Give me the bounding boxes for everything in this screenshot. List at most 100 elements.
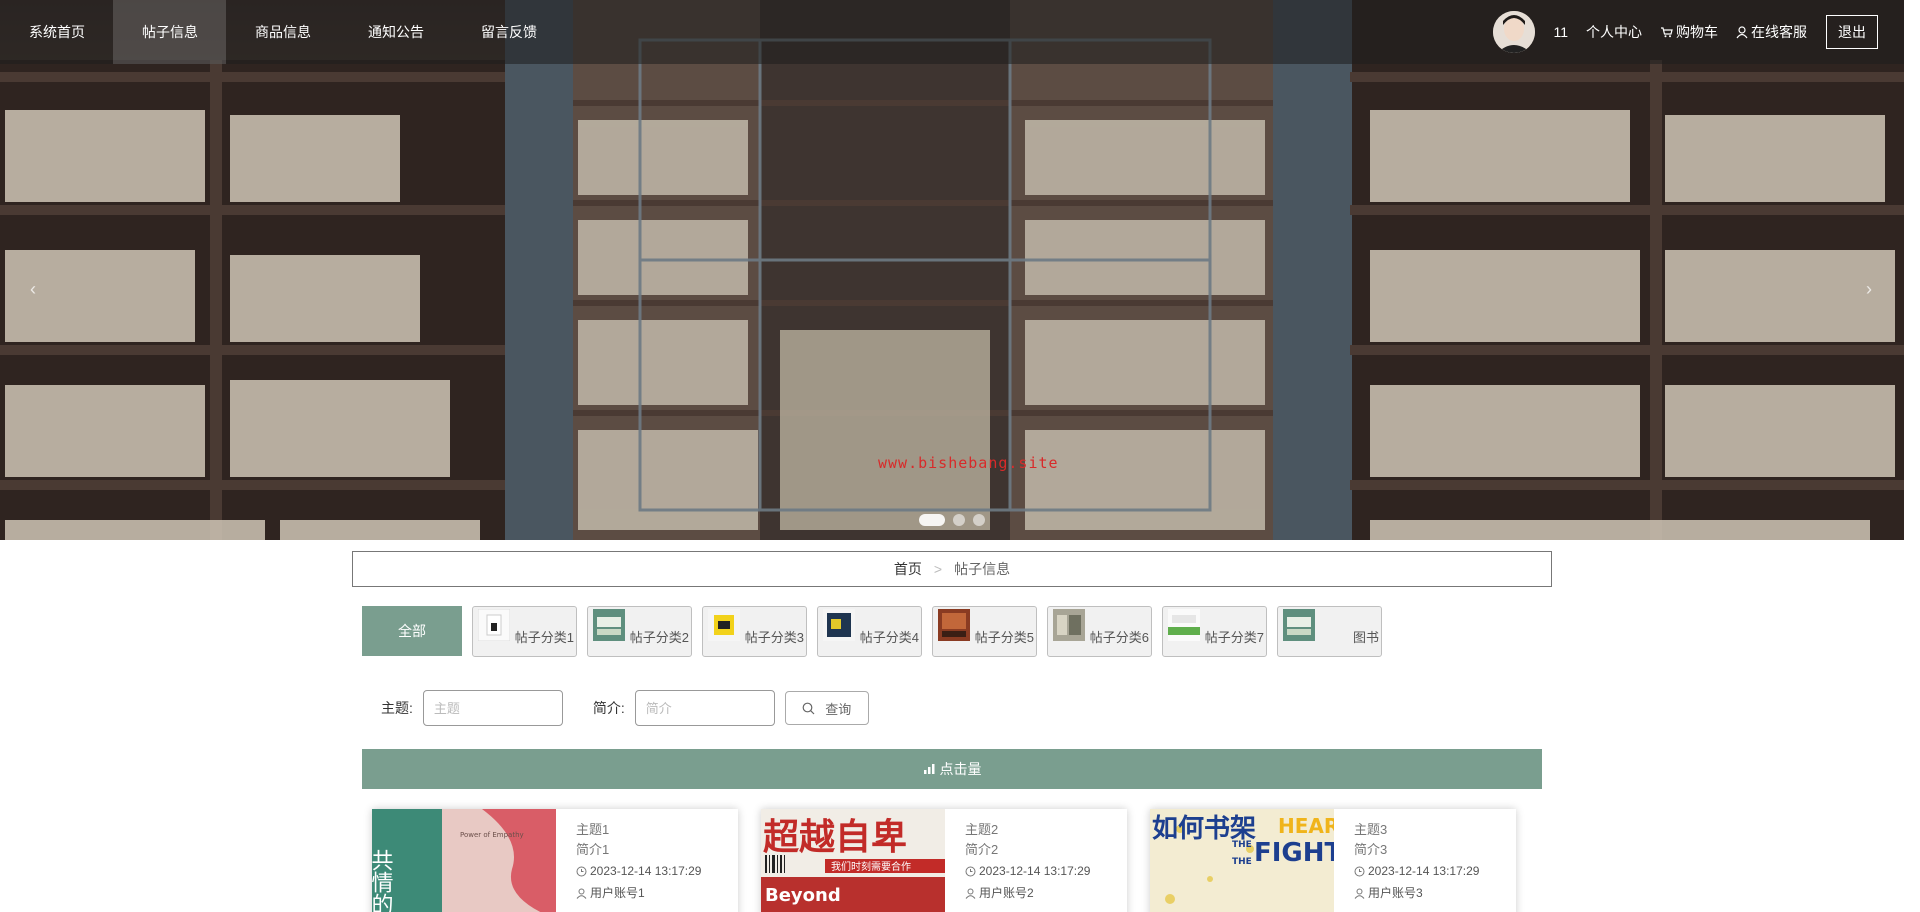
cart-icon (1661, 27, 1673, 38)
post-account: 用户账号2 (965, 882, 1090, 904)
post-account-value: 用户账号3 (1368, 886, 1423, 900)
category-label: 帖子分类5 (974, 630, 1034, 645)
query-label: 查询 (825, 701, 852, 717)
category-button-7[interactable]: 帖子分类7 (1162, 606, 1267, 657)
post-account-value: 用户账号2 (979, 886, 1034, 900)
category-thumbnail (708, 609, 740, 641)
post-card[interactable]: 如何书架 THE THE HEAR FIGHT 主题3 简介3 2023-12-… (1150, 809, 1516, 912)
category-thumbnail (1053, 609, 1085, 641)
breadcrumb-current: 帖子信息 (954, 561, 1011, 577)
service-link[interactable]: 在线客服 (1736, 22, 1807, 42)
search-icon (802, 702, 815, 714)
query-button[interactable]: 查询 (784, 691, 869, 725)
top-navigation: 系统首页 帖子信息 商品信息 通知公告 留言反馈 11 个人中心 购物车 在线客… (0, 0, 1904, 64)
post-title: 主题1 (576, 822, 610, 837)
carousel-dot-3[interactable] (973, 514, 985, 526)
nav-item-notices[interactable]: 通知公告 (339, 0, 452, 64)
clock-icon (576, 866, 587, 876)
carousel-dot-2[interactable] (953, 514, 965, 526)
nav-item-posts[interactable]: 帖子信息 (113, 0, 226, 64)
watermark-text: www.bishebang.site (878, 454, 1059, 472)
sort-by-clicks-button[interactable]: 点击量 (362, 749, 1542, 789)
intro-label: 简介: (592, 700, 625, 716)
cart-link[interactable]: 购物车 (1660, 22, 1718, 42)
cover-title: 超越自卑 (763, 817, 907, 858)
category-thumbnail (1283, 609, 1315, 641)
hero-carousel: ‹ › www.bishebang.site (0, 0, 1904, 540)
chart-icon (923, 764, 934, 774)
book-cover-2: 超越自卑 我们时刻需要合作 Beyond (761, 809, 945, 912)
intro-input[interactable] (634, 690, 775, 726)
post-intro: 简介2 (965, 842, 999, 857)
category-label: 帖子分类3 (744, 630, 804, 645)
carousel-next-icon[interactable]: › (1858, 278, 1880, 300)
post-cover-image: 如何书架 THE THE HEAR FIGHT (1150, 809, 1334, 912)
avatar-image (1493, 11, 1536, 53)
category-thumbnail (593, 609, 625, 641)
post-time: 2023-12-14 13:17:29 (965, 860, 1090, 882)
post-card[interactable]: 共情的力 Power of Empathy 主题1 简介1 2023-12-14… (372, 809, 738, 912)
breadcrumb-separator: > (933, 561, 943, 577)
breadcrumb-home[interactable]: 首页 (894, 559, 922, 579)
cart-label: 购物车 (1676, 24, 1718, 40)
logout-button[interactable]: 退出 (1826, 15, 1878, 49)
category-button-2[interactable]: 帖子分类2 (587, 606, 692, 657)
carousel-dot-1[interactable] (919, 514, 945, 526)
category-thumbnail (478, 609, 510, 641)
post-title: 主题3 (1354, 822, 1388, 837)
category-thumbnail (823, 609, 855, 641)
cover-big-en: FIGHT (1254, 838, 1334, 868)
category-all-button[interactable]: 全部 (362, 606, 462, 656)
post-time-value: 2023-12-14 13:17:29 (1368, 864, 1480, 878)
category-label: 帖子分类6 (1089, 630, 1149, 645)
nav-item-home[interactable]: 系统首页 (0, 0, 113, 64)
category-label: 帖子分类7 (1204, 630, 1264, 645)
post-intro: 简介3 (1354, 842, 1388, 857)
post-time-value: 2023-12-14 13:17:29 (979, 864, 1091, 878)
username[interactable]: 11 (1553, 24, 1568, 40)
user-icon (576, 888, 587, 899)
category-button-books[interactable]: 图书 (1277, 606, 1382, 657)
post-time-value: 2023-12-14 13:17:29 (590, 864, 702, 878)
category-button-6[interactable]: 帖子分类6 (1047, 606, 1152, 657)
book-cover-3: 如何书架 THE THE HEAR FIGHT (1150, 809, 1334, 912)
clock-icon (965, 866, 976, 876)
cover-top-en: HEAR (1278, 814, 1334, 838)
book-cover-1: 共情的力 Power of Empathy (372, 809, 556, 912)
post-account-value: 用户账号1 (590, 886, 645, 900)
subject-input[interactable] (422, 690, 563, 726)
post-card[interactable]: 超越自卑 我们时刻需要合作 Beyond 主题2 简介2 2023-12-14 … (761, 809, 1127, 912)
category-label: 帖子分类4 (859, 630, 919, 645)
breadcrumb: 首页 > 帖子信息 (352, 551, 1552, 587)
nav-menu: 系统首页 帖子信息 商品信息 通知公告 留言反馈 (0, 0, 565, 64)
carousel-prev-icon[interactable]: ‹ (22, 278, 44, 300)
post-info: 主题3 简介3 2023-12-14 13:17:29 用户账号3 (1354, 820, 1479, 904)
category-thumbnail (1168, 609, 1200, 641)
post-account: 用户账号1 (576, 882, 701, 904)
post-info: 主题1 简介1 2023-12-14 13:17:29 用户账号1 (576, 820, 701, 904)
category-button-1[interactable]: 帖子分类1 (472, 606, 577, 657)
profile-link[interactable]: 个人中心 (1586, 22, 1642, 42)
nav-item-feedback[interactable]: 留言反馈 (452, 0, 565, 64)
carousel-indicators (919, 514, 985, 526)
cover-subtitle: Power of Empathy (460, 831, 524, 839)
nav-item-products[interactable]: 商品信息 (226, 0, 339, 64)
category-button-4[interactable]: 帖子分类4 (817, 606, 922, 657)
category-button-3[interactable]: 帖子分类3 (702, 606, 807, 657)
post-title: 主题2 (965, 822, 999, 837)
user-icon (1736, 25, 1748, 38)
sort-label: 点击量 (939, 761, 982, 777)
post-cover-image: 共情的力 Power of Empathy (372, 809, 556, 912)
avatar[interactable] (1493, 11, 1536, 53)
cover-small-top: THE (1232, 840, 1252, 850)
cover-small-mid: THE (1232, 857, 1252, 867)
cover-subtitle: 我们时刻需要合作 (831, 860, 911, 873)
post-info: 主题2 简介2 2023-12-14 13:17:29 用户账号2 (965, 820, 1090, 904)
clock-icon (1354, 866, 1365, 876)
subject-label: 主题: (381, 700, 413, 716)
category-label: 帖子分类2 (629, 630, 689, 645)
category-thumbnail (938, 609, 970, 641)
user-area: 11 个人中心 购物车 在线客服 退出 (1493, 0, 1878, 64)
user-icon (1354, 888, 1365, 899)
category-button-5[interactable]: 帖子分类5 (932, 606, 1037, 657)
